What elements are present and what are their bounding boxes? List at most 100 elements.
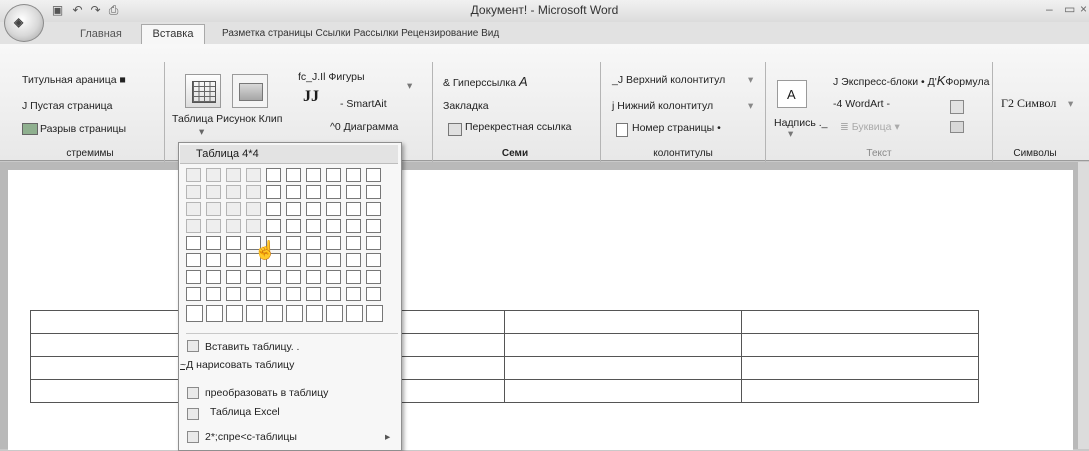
tab-other[interactable]: Разметка страницы Ссылки Рассылки Реценз… bbox=[222, 25, 499, 43]
dropcap-button[interactable]: ≣ Буквица ▾ bbox=[840, 121, 900, 133]
grid-cell[interactable] bbox=[186, 236, 201, 250]
grid-cell[interactable] bbox=[226, 168, 241, 182]
object-icon[interactable] bbox=[950, 121, 964, 133]
crossref-button[interactable]: Перекрестная ссылка bbox=[465, 121, 571, 133]
grid-cell[interactable] bbox=[326, 287, 341, 301]
grid-cell[interactable] bbox=[346, 185, 361, 199]
insert-table-item[interactable]: Вставить таблицу. . bbox=[205, 341, 299, 353]
grid-cell[interactable] bbox=[206, 305, 223, 322]
scrollbar[interactable] bbox=[1078, 162, 1089, 449]
grid-cell[interactable] bbox=[286, 219, 301, 233]
grid-cell[interactable] bbox=[226, 236, 241, 250]
grid-cell[interactable] bbox=[206, 270, 221, 284]
tab-insert[interactable]: Вставка bbox=[141, 24, 205, 44]
grid-cell[interactable] bbox=[366, 236, 381, 250]
grid-cell[interactable] bbox=[306, 305, 323, 322]
grid-cell[interactable] bbox=[326, 219, 341, 233]
hyperlink-button[interactable]: & Гиперссылка A bbox=[443, 74, 528, 89]
grid-cell[interactable] bbox=[346, 270, 361, 284]
textbox-dropdown-icon[interactable]: ▾ bbox=[788, 128, 793, 140]
grid-cell[interactable] bbox=[226, 202, 241, 216]
grid-cell[interactable] bbox=[306, 287, 321, 301]
grid-cell[interactable] bbox=[226, 270, 241, 284]
grid-cell[interactable] bbox=[346, 287, 361, 301]
grid-cell[interactable] bbox=[206, 287, 221, 301]
grid-cell[interactable] bbox=[206, 185, 221, 199]
table-dropdown-arrow-icon[interactable]: ▾ bbox=[199, 126, 204, 138]
grid-cell[interactable] bbox=[326, 253, 341, 267]
grid-cell[interactable] bbox=[186, 219, 201, 233]
convert-to-table-item[interactable]: преобразовать в таблицу bbox=[205, 387, 328, 399]
grid-cell[interactable] bbox=[286, 202, 301, 216]
draw-table-item[interactable]: ~Д нарисовать таблицу bbox=[180, 359, 294, 371]
redo-icon[interactable]: ↷ bbox=[88, 3, 103, 18]
header-dropdown-icon[interactable]: ▾ bbox=[748, 74, 753, 86]
footer-dropdown-icon[interactable]: ▾ bbox=[748, 100, 753, 112]
grid-cell[interactable] bbox=[206, 219, 221, 233]
blank-page-button[interactable]: J Пустая страница bbox=[22, 100, 113, 112]
grid-cell[interactable] bbox=[286, 236, 301, 250]
grid-cell[interactable] bbox=[366, 305, 383, 322]
grid-cell[interactable] bbox=[286, 287, 301, 301]
grid-cell[interactable] bbox=[186, 185, 201, 199]
footer-button[interactable]: j Нижний колонтитул bbox=[612, 100, 713, 112]
grid-cell[interactable] bbox=[186, 168, 201, 182]
grid-cell[interactable] bbox=[366, 168, 381, 182]
grid-cell[interactable] bbox=[286, 185, 301, 199]
grid-cell[interactable] bbox=[346, 253, 361, 267]
textbox-icon[interactable]: A bbox=[777, 80, 807, 108]
undo-icon[interactable]: ↶ bbox=[70, 3, 85, 18]
grid-cell[interactable] bbox=[366, 185, 381, 199]
office-button[interactable]: ◈ bbox=[4, 4, 44, 42]
grid-cell[interactable] bbox=[246, 270, 261, 284]
grid-cell[interactable] bbox=[226, 287, 241, 301]
print-icon[interactable]: ⎙ bbox=[106, 3, 121, 18]
shapes-button[interactable]: fc_J.Il Фигуры bbox=[298, 71, 365, 83]
grid-cell[interactable] bbox=[346, 305, 363, 322]
grid-cell[interactable] bbox=[286, 253, 301, 267]
grid-cell[interactable] bbox=[306, 270, 321, 284]
grid-cell[interactable] bbox=[266, 219, 281, 233]
grid-cell[interactable] bbox=[286, 168, 301, 182]
shapes-dropdown-icon[interactable]: ▾ bbox=[407, 80, 412, 92]
grid-cell[interactable] bbox=[306, 202, 321, 216]
grid-cell[interactable] bbox=[326, 185, 341, 199]
grid-cell[interactable] bbox=[246, 287, 261, 301]
grid-cell[interactable] bbox=[186, 202, 201, 216]
grid-cell[interactable] bbox=[366, 219, 381, 233]
maximize-icon[interactable]: ▭ bbox=[1064, 2, 1075, 16]
grid-cell[interactable] bbox=[266, 287, 281, 301]
grid-cell[interactable] bbox=[346, 236, 361, 250]
grid-cell[interactable] bbox=[226, 305, 243, 322]
grid-cell[interactable] bbox=[226, 219, 241, 233]
grid-cell[interactable] bbox=[326, 270, 341, 284]
document-table[interactable] bbox=[30, 310, 979, 403]
grid-cell[interactable] bbox=[246, 168, 261, 182]
wordart-button[interactable]: -4 WordArt - bbox=[833, 98, 890, 110]
grid-cell[interactable] bbox=[246, 305, 263, 322]
grid-cell[interactable] bbox=[226, 253, 241, 267]
grid-cell[interactable] bbox=[326, 202, 341, 216]
grid-cell[interactable] bbox=[206, 168, 221, 182]
grid-cell[interactable] bbox=[346, 202, 361, 216]
grid-cell[interactable] bbox=[366, 287, 381, 301]
tab-home[interactable]: Главная bbox=[80, 25, 122, 43]
grid-cell[interactable] bbox=[326, 236, 341, 250]
grid-cell[interactable] bbox=[346, 168, 361, 182]
grid-cell[interactable] bbox=[306, 236, 321, 250]
page-break-button[interactable]: Разрыв страницы bbox=[40, 123, 126, 135]
grid-cell[interactable] bbox=[186, 305, 203, 322]
symbol-dropdown-icon[interactable]: ▾ bbox=[1068, 98, 1073, 110]
grid-cell[interactable] bbox=[366, 253, 381, 267]
grid-cell[interactable] bbox=[286, 270, 301, 284]
grid-cell[interactable] bbox=[306, 219, 321, 233]
grid-cell[interactable] bbox=[266, 305, 283, 322]
grid-cell[interactable] bbox=[266, 168, 281, 182]
close-icon[interactable]: × bbox=[1080, 2, 1087, 16]
quickparts-button[interactable]: J Экспресс-блоки • Д'KФормула bbox=[833, 73, 989, 88]
grid-cell[interactable] bbox=[326, 168, 341, 182]
grid-cell[interactable] bbox=[306, 168, 321, 182]
grid-cell[interactable] bbox=[306, 185, 321, 199]
bookmark-button[interactable]: Закладка bbox=[443, 100, 489, 112]
grid-cell[interactable] bbox=[206, 253, 221, 267]
